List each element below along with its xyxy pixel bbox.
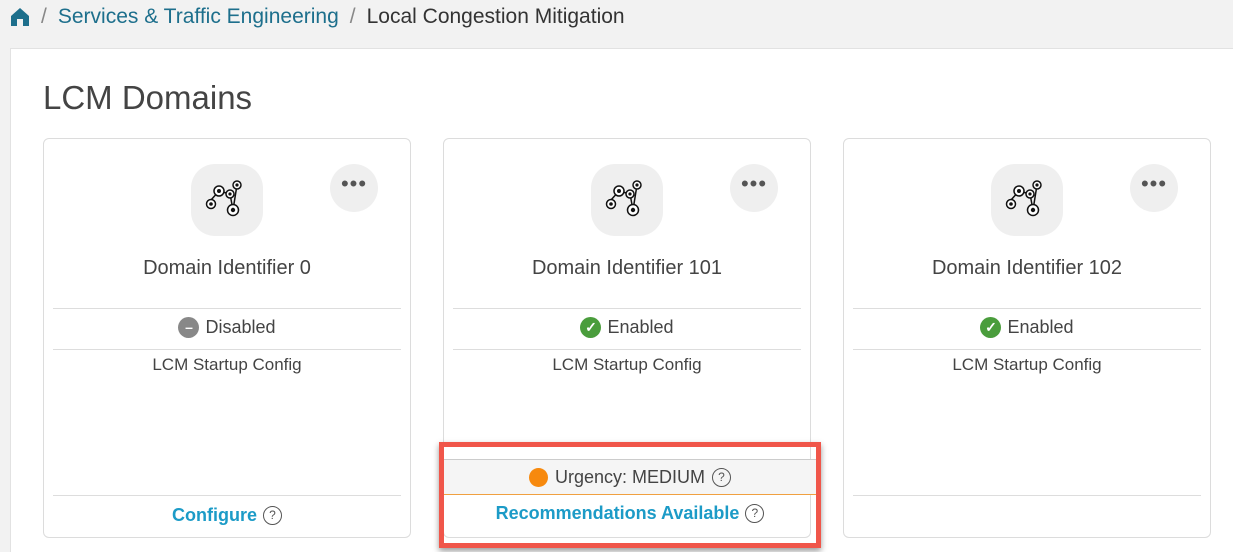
divider <box>453 349 801 350</box>
breadcrumb-current: Local Congestion Mitigation <box>366 5 625 28</box>
more-options-button[interactable]: ••• <box>330 164 378 212</box>
urgency-dot-icon <box>528 467 548 487</box>
divider <box>453 308 801 309</box>
highlight-box: Urgency: MEDIUM? Recommendations Availab… <box>439 442 821 548</box>
startup-config: LCM Startup Config <box>152 355 302 374</box>
help-icon[interactable]: ? <box>712 467 732 487</box>
domain-title: Domain Identifier 0 <box>143 257 311 279</box>
disabled-icon: – <box>178 317 200 338</box>
divider <box>853 308 1201 309</box>
page-title: LCM Domains <box>43 79 253 116</box>
divider <box>853 349 1201 350</box>
status: ✓ Enabled <box>444 317 810 338</box>
urgency-label: Urgency: MEDIUM <box>554 466 706 487</box>
check-circle-icon: ✓ <box>580 317 602 338</box>
check-circle-icon: ✓ <box>980 317 1002 338</box>
breadcrumb-separator: / <box>41 5 47 28</box>
network-topology-icon <box>991 164 1063 236</box>
help-icon[interactable]: ? <box>263 506 282 525</box>
home-icon[interactable] <box>10 7 30 27</box>
startup-config: LCM Startup Config <box>952 355 1102 374</box>
status: – Disabled <box>44 317 410 338</box>
urgency-row: Urgency: MEDIUM? <box>444 459 816 495</box>
more-options-button[interactable]: ••• <box>1130 164 1178 212</box>
status-label: Enabled <box>607 317 674 337</box>
startup-config: LCM Startup Config <box>552 355 702 374</box>
main-panel: LCM Domains ••• Domain Identifier 0 – Dis… <box>10 48 1233 552</box>
divider <box>853 495 1201 496</box>
status-label: Enabled <box>1007 317 1074 337</box>
divider <box>53 308 401 309</box>
configure-link[interactable]: Configure <box>172 505 257 526</box>
status: ✓ Enabled <box>844 317 1210 338</box>
help-icon[interactable]: ? <box>745 504 765 523</box>
domain-card: ••• Domain Identifier 102 ✓ Enabled LCM S… <box>843 138 1211 538</box>
breadcrumb-services-link[interactable]: Services & Traffic Engineering <box>58 5 339 29</box>
status-label: Disabled <box>205 317 276 337</box>
divider <box>53 495 401 496</box>
recommendations-link[interactable]: Recommendations Available <box>496 503 740 524</box>
domain-card: ••• Domain Identifier 0 – Disabled LCM St… <box>43 138 411 538</box>
network-topology-icon <box>591 164 663 236</box>
domain-title: Domain Identifier 101 <box>531 257 723 279</box>
breadcrumb-separator: / <box>349 5 356 28</box>
divider <box>53 349 401 350</box>
breadcrumb: / Services & Traffic Engineering / Local… <box>10 3 625 31</box>
network-topology-icon <box>191 164 263 236</box>
more-options-button[interactable]: ••• <box>730 164 778 212</box>
domain-title: Domain Identifier 102 <box>931 257 1123 279</box>
